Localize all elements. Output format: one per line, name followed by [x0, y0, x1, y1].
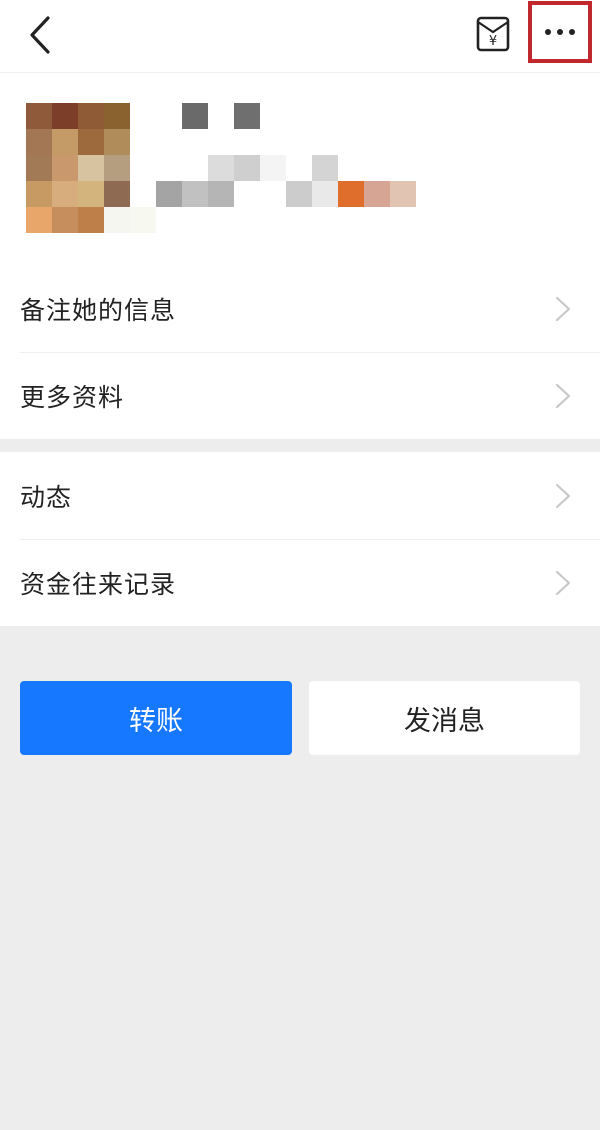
mosaic-cell: [52, 103, 78, 129]
mosaic-cell: [104, 129, 130, 155]
mosaic-cell: [156, 103, 182, 129]
mosaic-cell: [260, 155, 286, 181]
mosaic-cell: [52, 207, 78, 233]
mosaic-cell: [390, 181, 416, 207]
mosaic-cell: [130, 181, 156, 207]
menu-item-moments[interactable]: 动态: [0, 452, 600, 539]
mosaic-cell: [364, 129, 390, 155]
mosaic-cell: [260, 181, 286, 207]
chevron-right-icon: [555, 483, 571, 509]
mosaic-cell: [338, 181, 364, 207]
mosaic-cell: [78, 181, 104, 207]
profile-card[interactable]: [0, 73, 600, 265]
mosaic-cell: [52, 129, 78, 155]
mosaic-cell: [182, 181, 208, 207]
menu-group-activity: 动态 资金往来记录: [0, 452, 600, 626]
mosaic-cell: [130, 103, 156, 129]
mosaic-cell: [364, 155, 390, 181]
mosaic-cell: [260, 103, 286, 129]
menu-item-label: 更多资料: [20, 382, 125, 412]
mosaic-cell: [104, 207, 130, 233]
mosaic-cell: [104, 181, 130, 207]
menu-item-label: 资金往来记录: [20, 569, 177, 599]
mosaic-cell: [26, 181, 52, 207]
mosaic-cell: [78, 129, 104, 155]
yuan-symbol: ¥: [489, 34, 497, 49]
mosaic-cell: [78, 207, 104, 233]
menu-item-label: 动态: [20, 482, 73, 512]
more-dot: [545, 29, 551, 35]
mosaic-cell: [26, 103, 52, 129]
mosaic-cell: [338, 129, 364, 155]
mosaic-cell: [52, 155, 78, 181]
more-dot: [569, 29, 575, 35]
mosaic-cell: [312, 181, 338, 207]
mosaic-cell: [312, 103, 338, 129]
bill-button[interactable]: ¥: [473, 14, 513, 54]
mosaic-cell: [78, 155, 104, 181]
mosaic-cell: [130, 129, 156, 155]
yuan-bill-icon: ¥: [476, 16, 510, 52]
mosaic-cell: [104, 155, 130, 181]
mosaic-cell: [234, 155, 260, 181]
mosaic-cell: [208, 155, 234, 181]
mosaic-cell: [182, 129, 208, 155]
mosaic-cell: [156, 181, 182, 207]
mosaic-cell: [26, 155, 52, 181]
mosaic-cell: [78, 103, 104, 129]
mosaic-cell: [364, 103, 390, 129]
chevron-right-icon: [555, 383, 571, 409]
mosaic-cell: [26, 207, 52, 233]
mosaic-cell: [234, 129, 260, 155]
mosaic-cell: [182, 103, 208, 129]
chevron-left-icon: [30, 16, 50, 54]
mosaic-cell: [286, 103, 312, 129]
chevron-right-icon: [555, 570, 571, 596]
back-button[interactable]: [22, 12, 62, 58]
transfer-button[interactable]: 转账: [20, 681, 292, 755]
mosaic-cell: [104, 103, 130, 129]
mosaic-cell: [338, 155, 364, 181]
mosaic-cell: [130, 155, 156, 181]
mosaic-cell: [338, 103, 364, 129]
mosaic-cell: [390, 129, 416, 155]
mosaic-cell: [286, 181, 312, 207]
mosaic-cell: [208, 103, 234, 129]
mosaic-cell: [156, 129, 182, 155]
mosaic-cell: [52, 181, 78, 207]
mosaic-cell: [390, 103, 416, 129]
menu-group-info: 备注她的信息 更多资料: [0, 265, 600, 439]
avatar[interactable]: [26, 103, 156, 233]
more-button[interactable]: [528, 1, 592, 63]
mosaic-cell: [182, 155, 208, 181]
more-dot: [557, 29, 563, 35]
menu-item-more-info[interactable]: 更多资料: [0, 352, 600, 439]
mosaic-cell: [364, 181, 390, 207]
mosaic-cell: [234, 103, 260, 129]
menu-item-fund-records[interactable]: 资金往来记录: [0, 539, 600, 626]
mosaic-cell: [156, 155, 182, 181]
mosaic-cell: [312, 155, 338, 181]
mosaic-cell: [390, 155, 416, 181]
mosaic-cell: [286, 129, 312, 155]
menu-item-label: 备注她的信息: [20, 295, 177, 325]
mosaic-cell: [260, 129, 286, 155]
top-bar: ¥: [0, 0, 600, 73]
send-message-button[interactable]: 发消息: [309, 681, 580, 755]
mosaic-cell: [130, 207, 156, 233]
chevron-right-icon: [555, 296, 571, 322]
mosaic-cell: [26, 129, 52, 155]
mosaic-cell: [234, 181, 260, 207]
menu-item-remark[interactable]: 备注她的信息: [0, 265, 600, 352]
mosaic-cell: [286, 155, 312, 181]
mosaic-cell: [208, 129, 234, 155]
mosaic-cell: [312, 129, 338, 155]
mosaic-cell: [208, 181, 234, 207]
profile-name-pixelated: [156, 103, 416, 207]
